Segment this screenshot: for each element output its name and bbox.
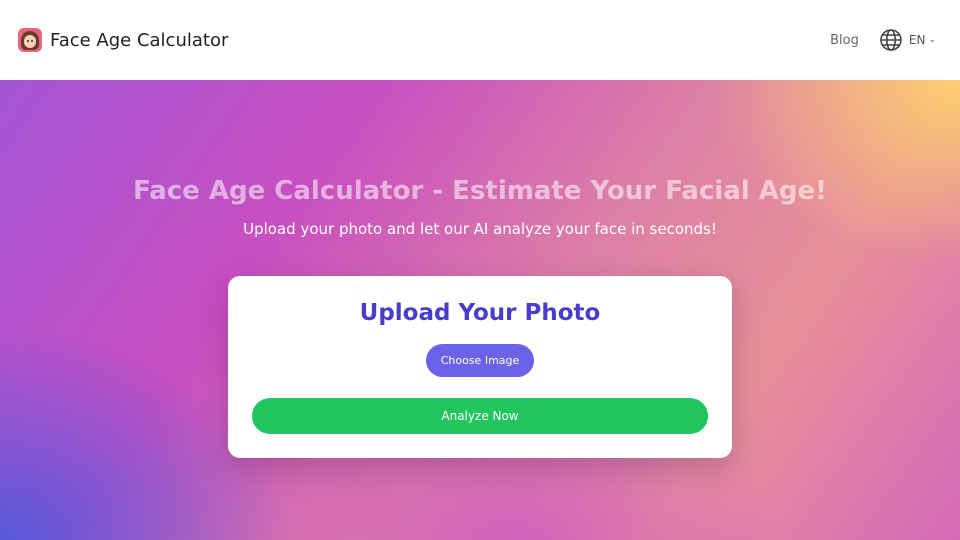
top-header: Face Age Calculator Blog EN ⌄ <box>0 0 960 80</box>
chevron-down-icon: ⌄ <box>928 35 936 45</box>
analyze-now-button[interactable]: Analyze Now <box>252 398 708 434</box>
upload-card: Upload Your Photo Choose Image Analyze N… <box>228 276 732 458</box>
language-selector[interactable]: EN ⌄ <box>879 28 936 52</box>
globe-icon <box>880 29 902 51</box>
brand-name: Face Age Calculator <box>50 29 229 51</box>
hero-title: Face Age Calculator - Estimate Your Faci… <box>132 176 828 206</box>
choose-image-button[interactable]: Choose Image <box>426 344 534 377</box>
upload-card-title: Upload Your Photo <box>359 300 601 326</box>
brand-link[interactable]: Face Age Calculator <box>18 28 228 52</box>
hero-subtitle: Upload your photo and let our AI analyze… <box>243 220 717 238</box>
blog-link[interactable]: Blog <box>830 33 859 48</box>
language-code: EN <box>908 33 926 47</box>
main-nav: Blog EN ⌄ <box>830 28 936 52</box>
hero-section: Face Age Calculator - Estimate Your Faci… <box>0 80 960 540</box>
face-avatar-icon <box>18 28 42 52</box>
